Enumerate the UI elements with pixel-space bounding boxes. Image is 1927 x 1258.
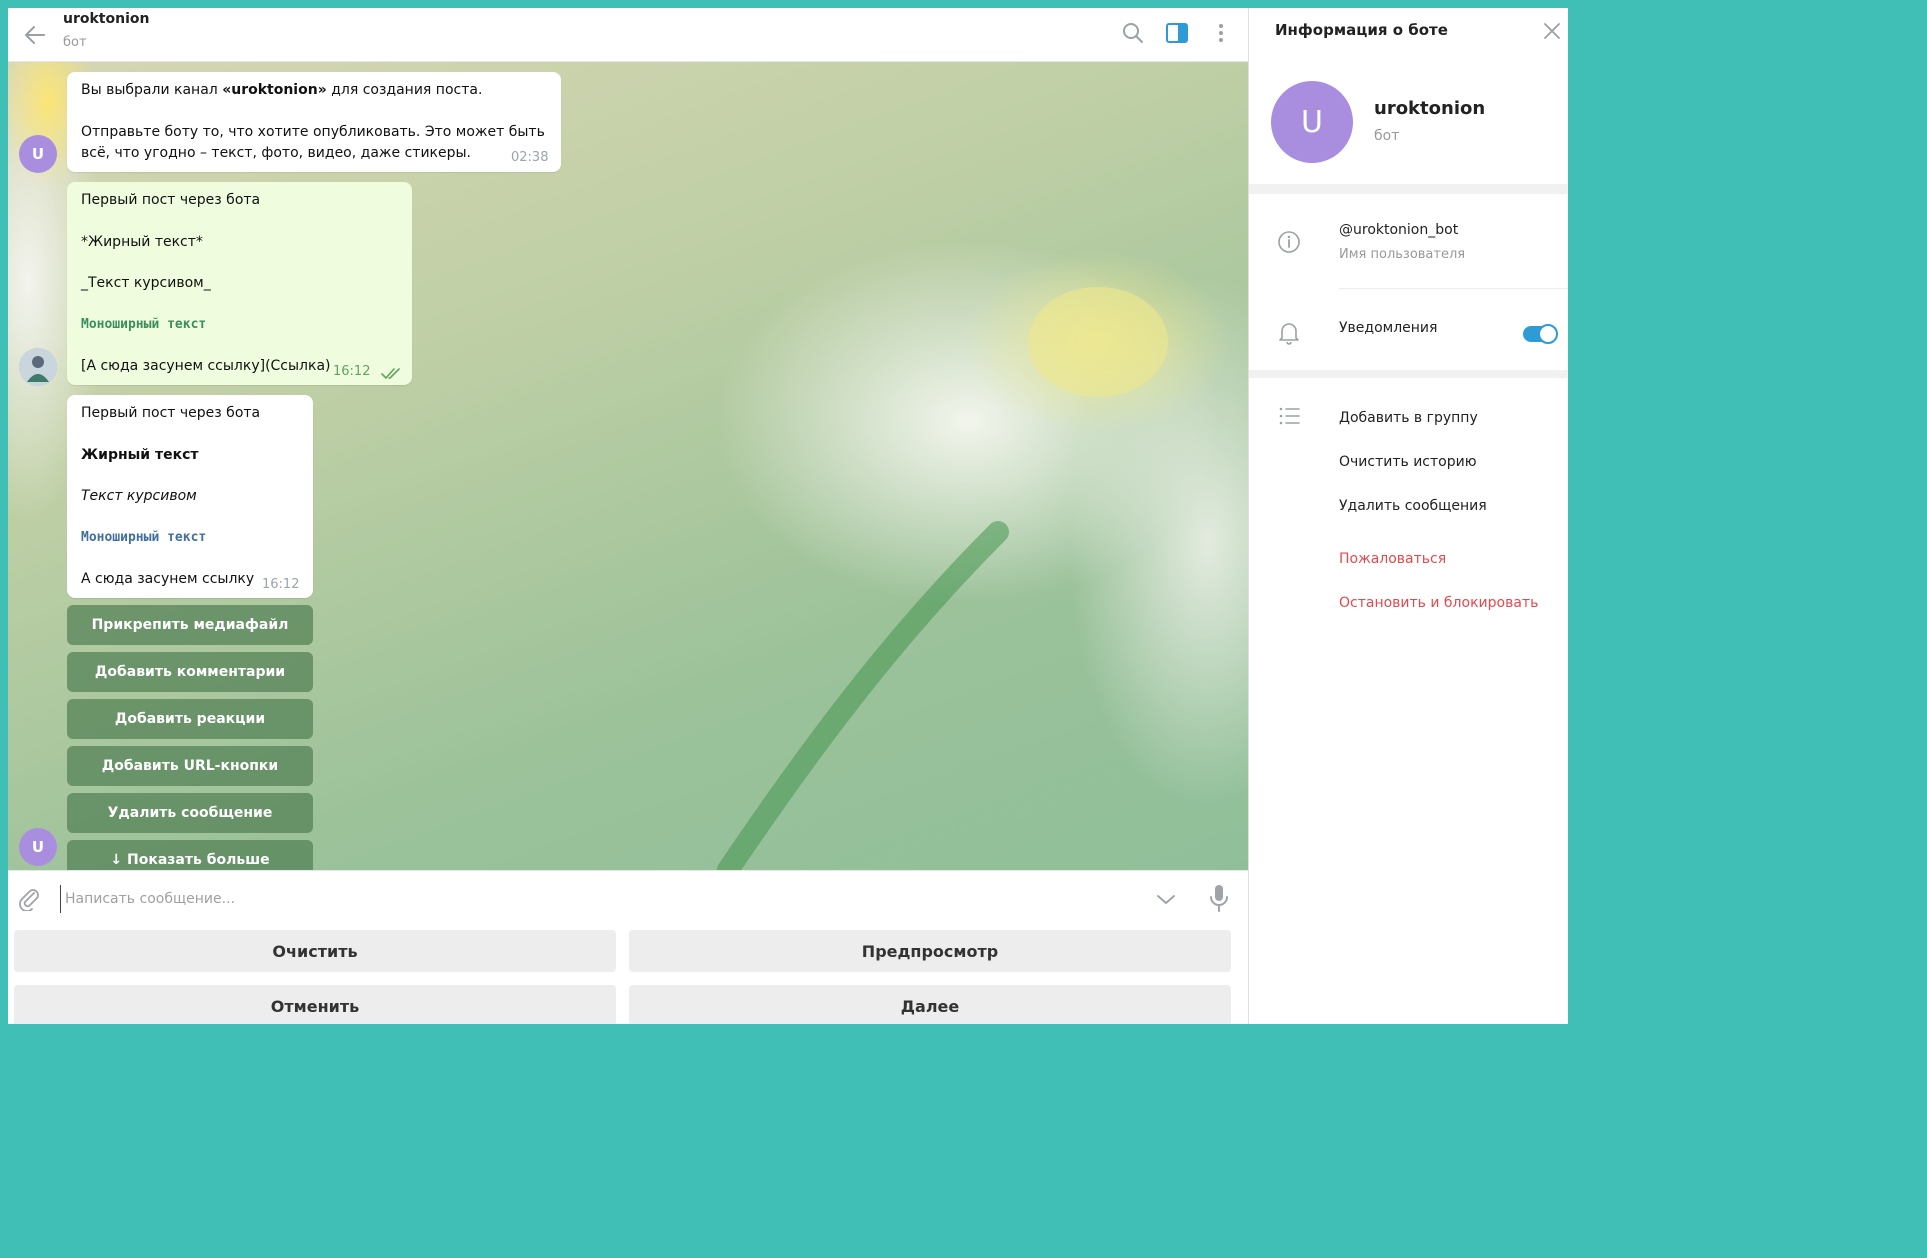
bot-profile-avatar[interactable]: U [1271,81,1353,163]
message-bubble-incoming[interactable]: Первый пост через бота Жирный текст Текс… [67,395,313,598]
message-bubble-outgoing[interactable]: Первый пост через бота *Жирный текст* _Т… [67,182,412,385]
inline-button-add-reactions[interactable]: Добавить реакции [67,699,313,739]
reply-button-cancel[interactable]: Отменить [14,985,616,1024]
message-line-italic: Текст курсивом [81,488,197,504]
actions-card: Добавить в группу Очистить историю Удали… [1249,378,1568,1024]
bot-status: бот [1374,128,1400,144]
back-arrow-icon[interactable] [22,22,48,48]
message-composer [8,870,1248,927]
reply-button-next[interactable]: Далее [629,985,1231,1024]
notifications-label: Уведомления [1339,320,1438,336]
bot-avatar[interactable]: U [19,828,57,866]
message-text: Отправьте боту то, что хотите опубликова… [81,124,545,140]
inline-button-delete-message[interactable]: Удалить сообщение [67,793,313,833]
reply-button-clear[interactable]: Очистить [14,930,616,972]
message-line: *Жирный текст* [81,234,203,250]
username-label: Имя пользователя [1339,247,1466,262]
bot-username[interactable]: @uroktonion_bot [1339,222,1458,238]
list-icon [1279,407,1300,425]
inline-button-add-url-buttons[interactable]: Добавить URL-кнопки [67,746,313,786]
message-line: [А сюда засунем ссылку](Ссылка) [81,358,331,374]
action-clear-history[interactable]: Очистить историю [1339,454,1476,470]
info-icon [1278,231,1300,253]
sidebar-toggle-icon[interactable] [1164,20,1190,46]
paperclip-icon[interactable] [16,885,42,911]
bot-name: uroktonion [1374,98,1486,119]
bell-icon [1279,323,1299,345]
message-text: всё, что угодно – текст, фото, видео, да… [81,145,471,161]
chat-area: uroktonion бот Вы выбрали канал «urokton… [8,8,1248,1024]
reply-keyboard: Очистить Предпросмотр Отменить Далее [8,926,1248,1024]
chat-title[interactable]: uroktonion [63,11,149,27]
action-add-to-group[interactable]: Добавить в группу [1339,410,1478,426]
message-link[interactable]: А сюда засунем ссылку [81,571,254,587]
action-stop-and-block[interactable]: Остановить и блокировать [1339,595,1538,611]
message-line-mono: Моноширный текст [81,530,207,545]
telegram-window: uroktonion бот Вы выбрали канал «urokton… [8,8,1568,1024]
double-check-icon [381,368,400,379]
message-line: Первый пост через бота [81,192,261,208]
chevron-down-icon[interactable] [1154,887,1178,911]
notifications-toggle[interactable] [1523,324,1558,344]
panel-title: Информация о боте [1275,21,1448,39]
message-text: Вы выбрали канал [81,82,223,98]
search-icon[interactable] [1120,20,1146,46]
user-photo-icon [19,348,57,386]
reply-button-preview[interactable]: Предпросмотр [629,930,1231,972]
bot-info-panel: Информация о боте U uroktonion бот @urok… [1248,8,1568,1024]
inline-button-attach-media[interactable]: Прикрепить медиафайл [67,605,313,645]
message-time: 16:12 [262,577,300,592]
message-time: 16:12 [333,364,371,379]
message-line: Моноширный текст [81,317,207,332]
message-time: 02:38 [511,150,549,165]
message-line: _Текст курсивом_ [81,275,211,291]
divider [1339,288,1568,289]
user-avatar[interactable] [19,348,57,386]
microphone-icon[interactable] [1206,883,1232,913]
inline-button-add-comments[interactable]: Добавить комментарии [67,652,313,692]
chat-subtitle: бот [63,35,87,50]
inline-button-show-more[interactable]: ↓ Показать больше [67,840,313,870]
message-line: Первый пост через бота [81,405,261,421]
info-card: @uroktonion_bot Имя пользователя Уведомл… [1249,194,1568,370]
channel-name: «uroktonion» [222,82,327,98]
message-text: для создания поста. [326,82,483,98]
close-icon[interactable] [1541,20,1563,42]
action-delete-messages[interactable]: Удалить сообщения [1339,498,1487,514]
toggle-knob [1538,324,1558,344]
action-report[interactable]: Пожаловаться [1339,551,1446,567]
message-input[interactable] [60,885,1147,913]
more-vertical-icon[interactable] [1208,20,1234,46]
message-line-bold: Жирный текст [81,447,199,463]
chat-background: Вы выбрали канал «uroktonion» для создан… [8,62,1248,870]
chat-header: uroktonion бот [8,8,1248,62]
bot-avatar[interactable]: U [19,135,57,173]
message-bubble-incoming[interactable]: Вы выбрали канал «uroktonion» для создан… [67,72,561,172]
profile-card: Информация о боте U uroktonion бот [1249,8,1568,184]
